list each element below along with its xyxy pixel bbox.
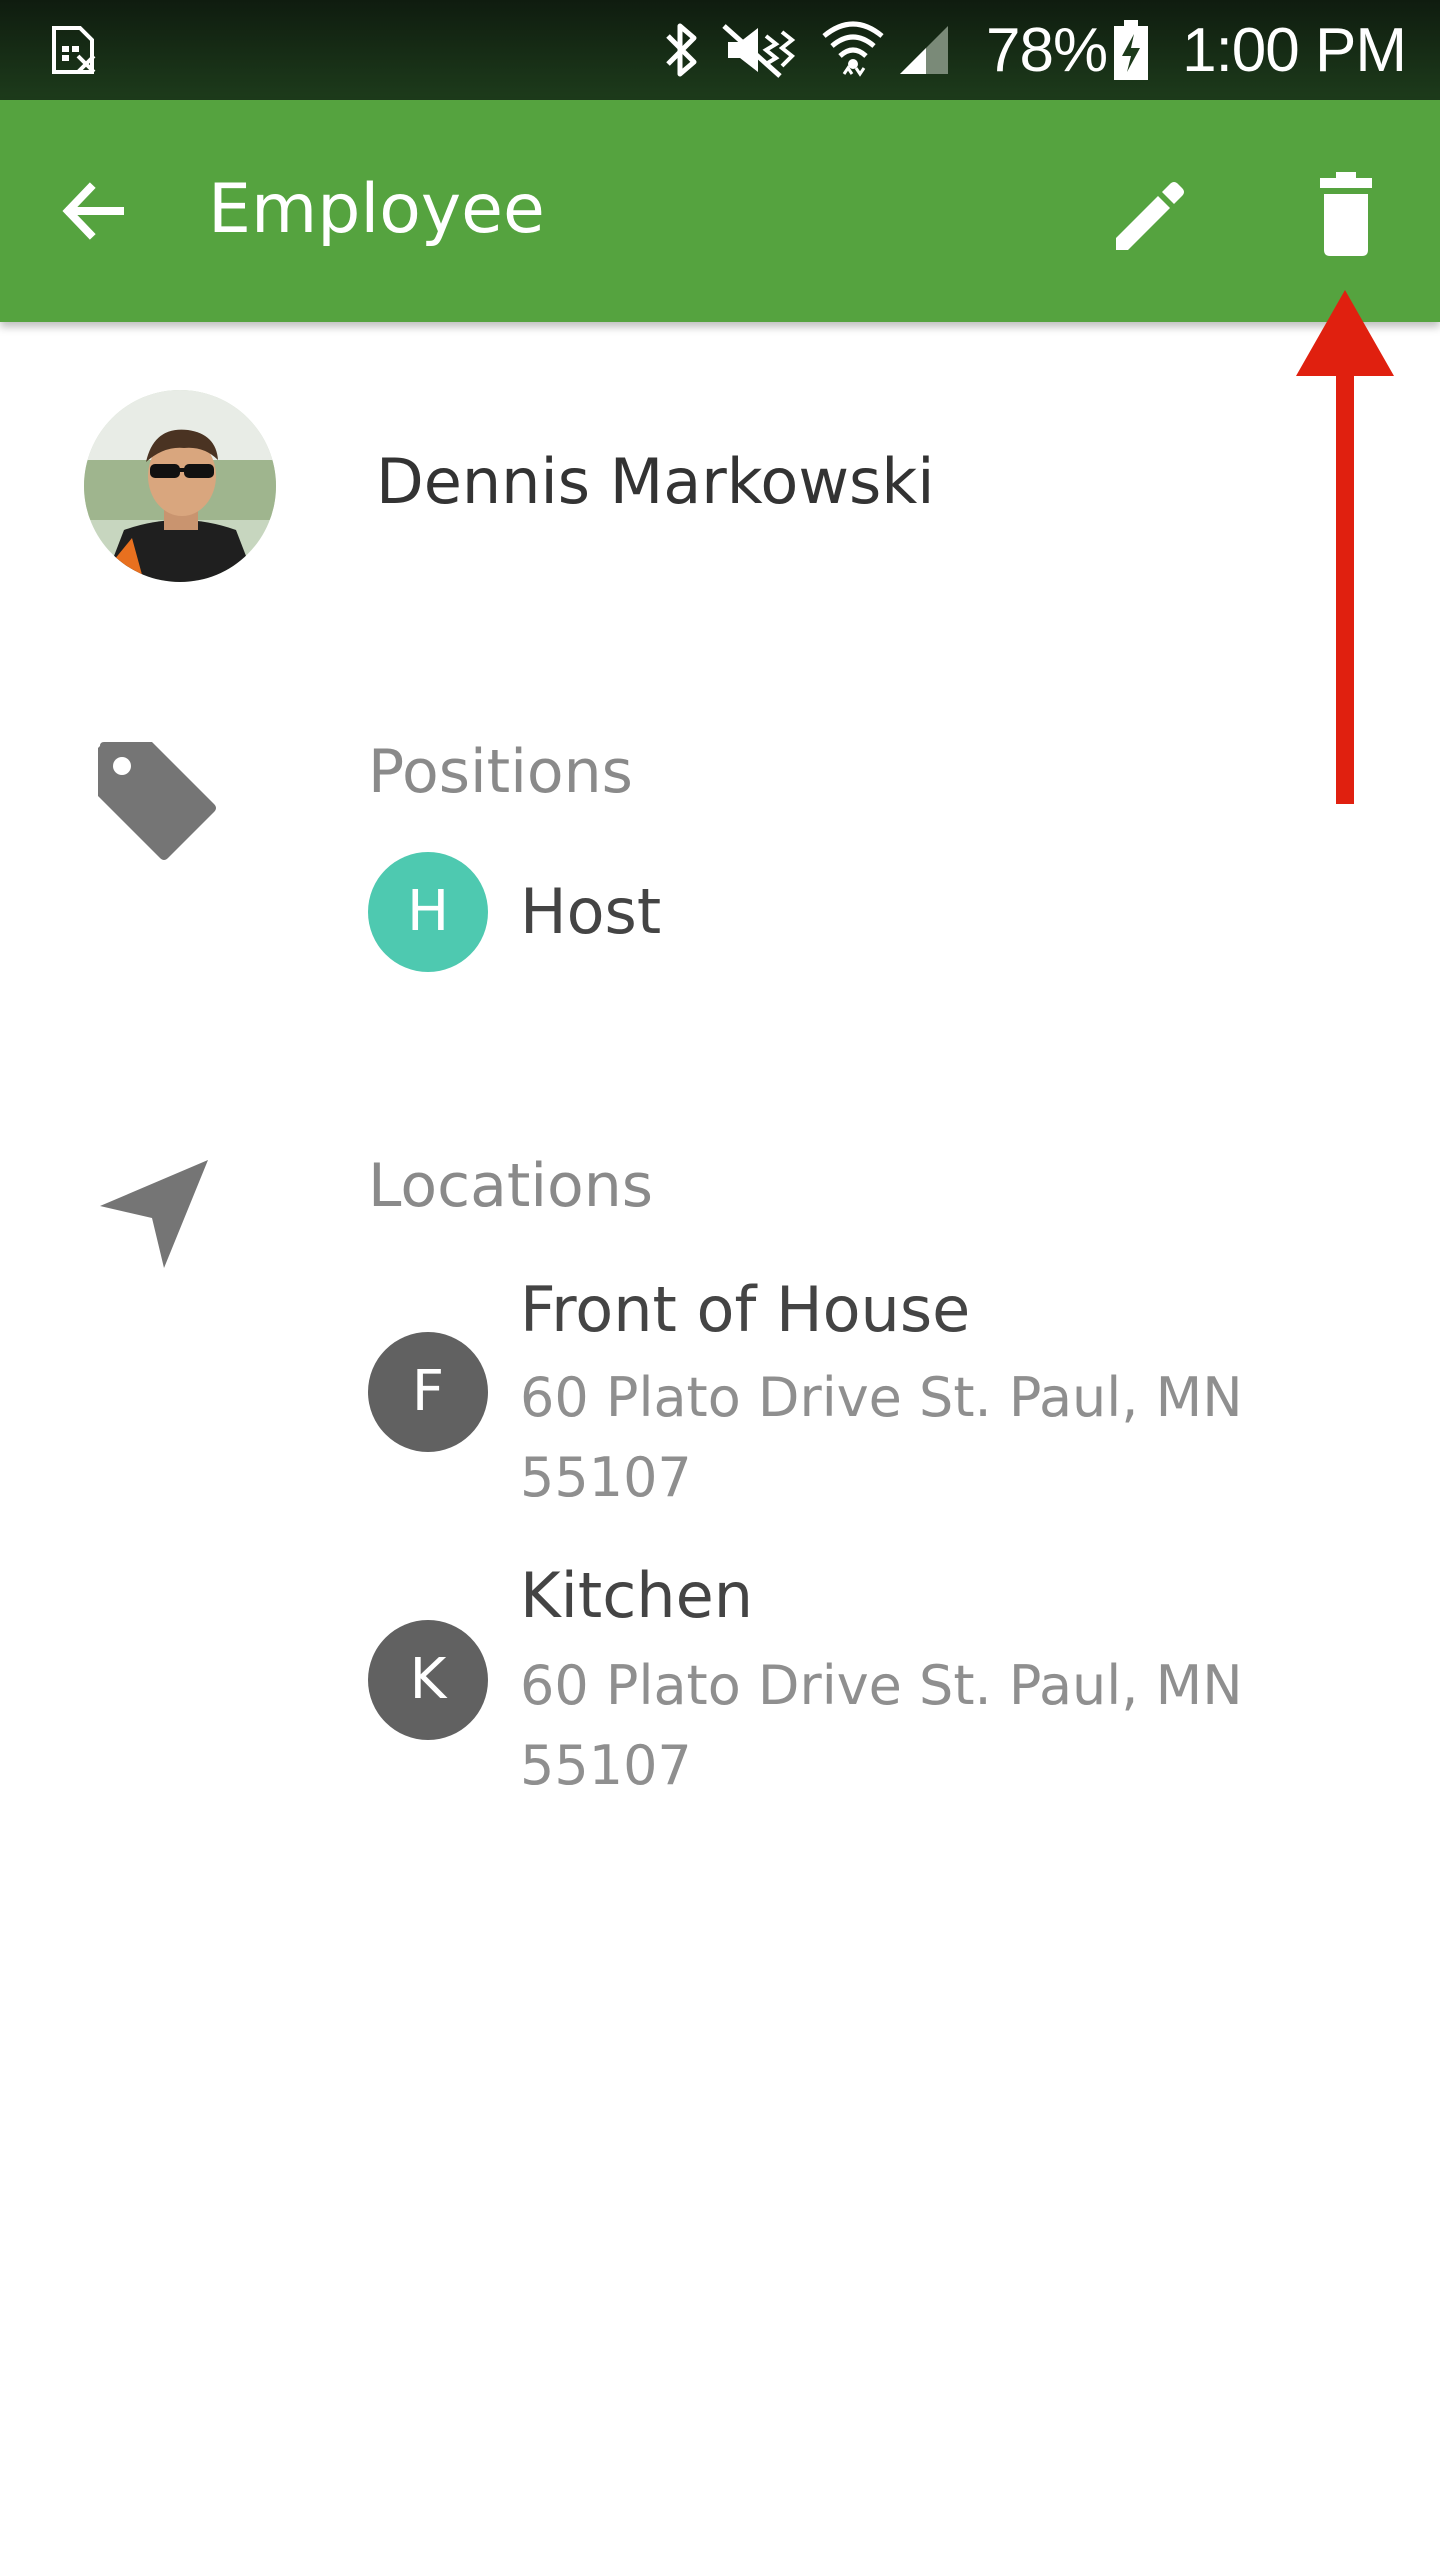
location-address-front-of-house: 60 Plato Drive St. Paul, MN 55107 [520,1366,1243,1509]
page-title: Employee [208,170,545,249]
status-bar: 78% 1:00 PM [0,0,1440,100]
pencil-icon [1116,182,1184,250]
employee-name: Dennis Markowski [376,445,935,518]
location-name-front-of-house[interactable]: Front of House [520,1268,970,1352]
annotation-arrow [1296,290,1394,804]
avatar [84,390,276,582]
location-address-kitchen: 60 Plato Drive St. Paul, MN 55107 [520,1654,1243,1797]
edit-button[interactable] [1100,166,1200,266]
location-badge-kitchen: K [368,1620,488,1740]
positions-label: Positions [368,737,633,807]
navigation-icon [100,1160,208,1268]
wifi-icon [822,21,884,77]
trash-icon [1320,172,1372,256]
back-button[interactable] [48,166,138,256]
locations-label: Locations [368,1151,654,1221]
sim-card-icon [52,26,96,74]
tag-icon [98,742,216,860]
arrow-back-icon [62,182,124,240]
battery-percentage: 78% [986,16,1108,85]
signal-icon [900,26,948,74]
battery-charging-icon [1114,20,1148,80]
status-time: 1:00 PM [1182,16,1407,85]
location-badge-front-of-house: F [368,1332,488,1452]
vibrate-mute-icon [722,24,796,78]
position-name[interactable]: Host [520,870,661,954]
position-badge: H [368,852,488,972]
bluetooth-icon [666,23,697,77]
location-name-kitchen[interactable]: Kitchen [520,1554,753,1638]
delete-button[interactable] [1296,166,1396,266]
app-bar: Employee [0,100,1440,322]
